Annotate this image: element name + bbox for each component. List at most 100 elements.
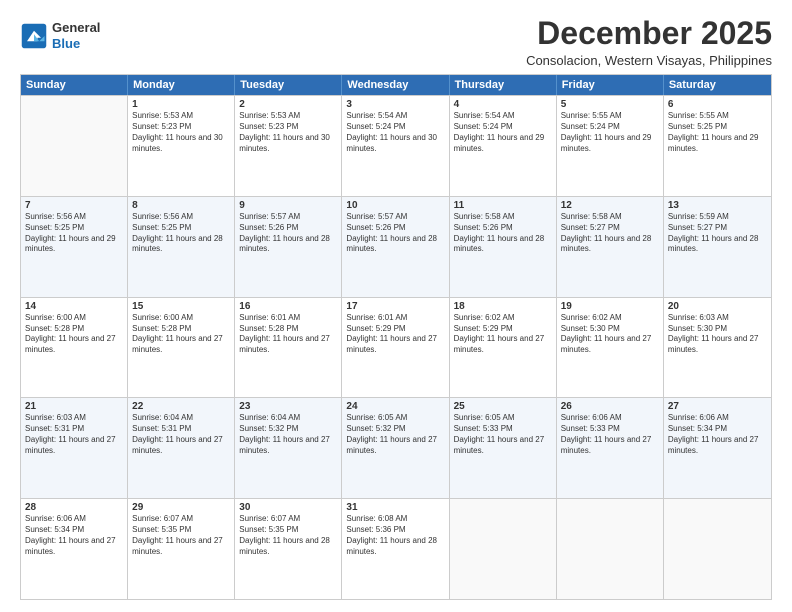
day-info: Sunrise: 5:56 AMSunset: 5:25 PMDaylight:… xyxy=(25,212,123,255)
day-info: Sunrise: 6:07 AMSunset: 5:35 PMDaylight:… xyxy=(132,514,230,557)
day-info: Sunrise: 6:01 AMSunset: 5:29 PMDaylight:… xyxy=(346,313,444,356)
calendar-cell: 17Sunrise: 6:01 AMSunset: 5:29 PMDayligh… xyxy=(342,298,449,398)
calendar-cell: 22Sunrise: 6:04 AMSunset: 5:31 PMDayligh… xyxy=(128,398,235,498)
day-number: 18 xyxy=(454,301,552,312)
calendar-week: 7Sunrise: 5:56 AMSunset: 5:25 PMDaylight… xyxy=(21,196,771,297)
day-number: 11 xyxy=(454,200,552,211)
calendar-week: 21Sunrise: 6:03 AMSunset: 5:31 PMDayligh… xyxy=(21,397,771,498)
day-info: Sunrise: 6:06 AMSunset: 5:34 PMDaylight:… xyxy=(25,514,123,557)
day-info: Sunrise: 5:57 AMSunset: 5:26 PMDaylight:… xyxy=(239,212,337,255)
calendar-cell: 26Sunrise: 6:06 AMSunset: 5:33 PMDayligh… xyxy=(557,398,664,498)
day-number: 1 xyxy=(132,99,230,110)
day-number: 15 xyxy=(132,301,230,312)
calendar-cell: 25Sunrise: 6:05 AMSunset: 5:33 PMDayligh… xyxy=(450,398,557,498)
day-number: 20 xyxy=(668,301,767,312)
day-info: Sunrise: 6:07 AMSunset: 5:35 PMDaylight:… xyxy=(239,514,337,557)
day-info: Sunrise: 5:54 AMSunset: 5:24 PMDaylight:… xyxy=(454,111,552,154)
day-info: Sunrise: 6:04 AMSunset: 5:32 PMDaylight:… xyxy=(239,413,337,456)
day-number: 26 xyxy=(561,401,659,412)
day-info: Sunrise: 5:55 AMSunset: 5:24 PMDaylight:… xyxy=(561,111,659,154)
day-info: Sunrise: 6:02 AMSunset: 5:29 PMDaylight:… xyxy=(454,313,552,356)
calendar-cell xyxy=(557,499,664,599)
calendar-cell: 5Sunrise: 5:55 AMSunset: 5:24 PMDaylight… xyxy=(557,96,664,196)
calendar-cell: 23Sunrise: 6:04 AMSunset: 5:32 PMDayligh… xyxy=(235,398,342,498)
day-info: Sunrise: 5:54 AMSunset: 5:24 PMDaylight:… xyxy=(346,111,444,154)
calendar-cell: 19Sunrise: 6:02 AMSunset: 5:30 PMDayligh… xyxy=(557,298,664,398)
day-number: 12 xyxy=(561,200,659,211)
calendar-cell: 29Sunrise: 6:07 AMSunset: 5:35 PMDayligh… xyxy=(128,499,235,599)
day-info: Sunrise: 5:56 AMSunset: 5:25 PMDaylight:… xyxy=(132,212,230,255)
header: General Blue December 2025 Consolacion, … xyxy=(20,16,772,68)
calendar-cell: 31Sunrise: 6:08 AMSunset: 5:36 PMDayligh… xyxy=(342,499,449,599)
day-info: Sunrise: 6:08 AMSunset: 5:36 PMDaylight:… xyxy=(346,514,444,557)
calendar-body: 1Sunrise: 5:53 AMSunset: 5:23 PMDaylight… xyxy=(21,95,771,599)
day-info: Sunrise: 5:58 AMSunset: 5:27 PMDaylight:… xyxy=(561,212,659,255)
calendar-cell xyxy=(664,499,771,599)
calendar-header-cell: Wednesday xyxy=(342,75,449,95)
day-number: 27 xyxy=(668,401,767,412)
calendar-header-cell: Monday xyxy=(128,75,235,95)
day-number: 14 xyxy=(25,301,123,312)
calendar-cell: 7Sunrise: 5:56 AMSunset: 5:25 PMDaylight… xyxy=(21,197,128,297)
day-number: 23 xyxy=(239,401,337,412)
calendar-header-cell: Thursday xyxy=(450,75,557,95)
logo-text: General Blue xyxy=(52,20,100,51)
day-number: 17 xyxy=(346,301,444,312)
calendar-week: 28Sunrise: 6:06 AMSunset: 5:34 PMDayligh… xyxy=(21,498,771,599)
day-number: 31 xyxy=(346,502,444,513)
day-info: Sunrise: 6:00 AMSunset: 5:28 PMDaylight:… xyxy=(132,313,230,356)
day-info: Sunrise: 6:05 AMSunset: 5:33 PMDaylight:… xyxy=(454,413,552,456)
calendar-cell: 1Sunrise: 5:53 AMSunset: 5:23 PMDaylight… xyxy=(128,96,235,196)
calendar-cell: 11Sunrise: 5:58 AMSunset: 5:26 PMDayligh… xyxy=(450,197,557,297)
calendar-header-cell: Sunday xyxy=(21,75,128,95)
day-info: Sunrise: 5:57 AMSunset: 5:26 PMDaylight:… xyxy=(346,212,444,255)
day-number: 19 xyxy=(561,301,659,312)
page: General Blue December 2025 Consolacion, … xyxy=(0,0,792,612)
day-number: 4 xyxy=(454,99,552,110)
day-number: 30 xyxy=(239,502,337,513)
day-number: 22 xyxy=(132,401,230,412)
day-number: 10 xyxy=(346,200,444,211)
day-info: Sunrise: 6:05 AMSunset: 5:32 PMDaylight:… xyxy=(346,413,444,456)
calendar-cell xyxy=(450,499,557,599)
calendar-cell: 16Sunrise: 6:01 AMSunset: 5:28 PMDayligh… xyxy=(235,298,342,398)
day-info: Sunrise: 6:03 AMSunset: 5:31 PMDaylight:… xyxy=(25,413,123,456)
calendar-cell: 6Sunrise: 5:55 AMSunset: 5:25 PMDaylight… xyxy=(664,96,771,196)
calendar-cell: 20Sunrise: 6:03 AMSunset: 5:30 PMDayligh… xyxy=(664,298,771,398)
day-info: Sunrise: 6:02 AMSunset: 5:30 PMDaylight:… xyxy=(561,313,659,356)
calendar-cell: 8Sunrise: 5:56 AMSunset: 5:25 PMDaylight… xyxy=(128,197,235,297)
calendar-cell: 18Sunrise: 6:02 AMSunset: 5:29 PMDayligh… xyxy=(450,298,557,398)
day-info: Sunrise: 6:04 AMSunset: 5:31 PMDaylight:… xyxy=(132,413,230,456)
calendar-cell xyxy=(21,96,128,196)
calendar-cell: 4Sunrise: 5:54 AMSunset: 5:24 PMDaylight… xyxy=(450,96,557,196)
day-info: Sunrise: 5:53 AMSunset: 5:23 PMDaylight:… xyxy=(239,111,337,154)
day-number: 2 xyxy=(239,99,337,110)
day-info: Sunrise: 6:00 AMSunset: 5:28 PMDaylight:… xyxy=(25,313,123,356)
day-number: 29 xyxy=(132,502,230,513)
day-info: Sunrise: 5:53 AMSunset: 5:23 PMDaylight:… xyxy=(132,111,230,154)
day-info: Sunrise: 5:55 AMSunset: 5:25 PMDaylight:… xyxy=(668,111,767,154)
calendar-header-cell: Friday xyxy=(557,75,664,95)
calendar-cell: 27Sunrise: 6:06 AMSunset: 5:34 PMDayligh… xyxy=(664,398,771,498)
calendar-cell: 21Sunrise: 6:03 AMSunset: 5:31 PMDayligh… xyxy=(21,398,128,498)
day-info: Sunrise: 5:59 AMSunset: 5:27 PMDaylight:… xyxy=(668,212,767,255)
title-block: December 2025 Consolacion, Western Visay… xyxy=(526,16,772,68)
logo: General Blue xyxy=(20,20,100,51)
logo-general: General xyxy=(52,20,100,36)
calendar-cell: 13Sunrise: 5:59 AMSunset: 5:27 PMDayligh… xyxy=(664,197,771,297)
logo-icon xyxy=(20,22,48,50)
calendar-cell: 3Sunrise: 5:54 AMSunset: 5:24 PMDaylight… xyxy=(342,96,449,196)
month-title: December 2025 xyxy=(526,16,772,51)
day-number: 7 xyxy=(25,200,123,211)
day-number: 13 xyxy=(668,200,767,211)
calendar-cell: 24Sunrise: 6:05 AMSunset: 5:32 PMDayligh… xyxy=(342,398,449,498)
calendar-cell: 2Sunrise: 5:53 AMSunset: 5:23 PMDaylight… xyxy=(235,96,342,196)
calendar-week: 1Sunrise: 5:53 AMSunset: 5:23 PMDaylight… xyxy=(21,95,771,196)
day-info: Sunrise: 6:06 AMSunset: 5:33 PMDaylight:… xyxy=(561,413,659,456)
day-number: 9 xyxy=(239,200,337,211)
calendar-cell: 15Sunrise: 6:00 AMSunset: 5:28 PMDayligh… xyxy=(128,298,235,398)
day-number: 24 xyxy=(346,401,444,412)
day-info: Sunrise: 6:06 AMSunset: 5:34 PMDaylight:… xyxy=(668,413,767,456)
day-number: 25 xyxy=(454,401,552,412)
calendar-cell: 10Sunrise: 5:57 AMSunset: 5:26 PMDayligh… xyxy=(342,197,449,297)
